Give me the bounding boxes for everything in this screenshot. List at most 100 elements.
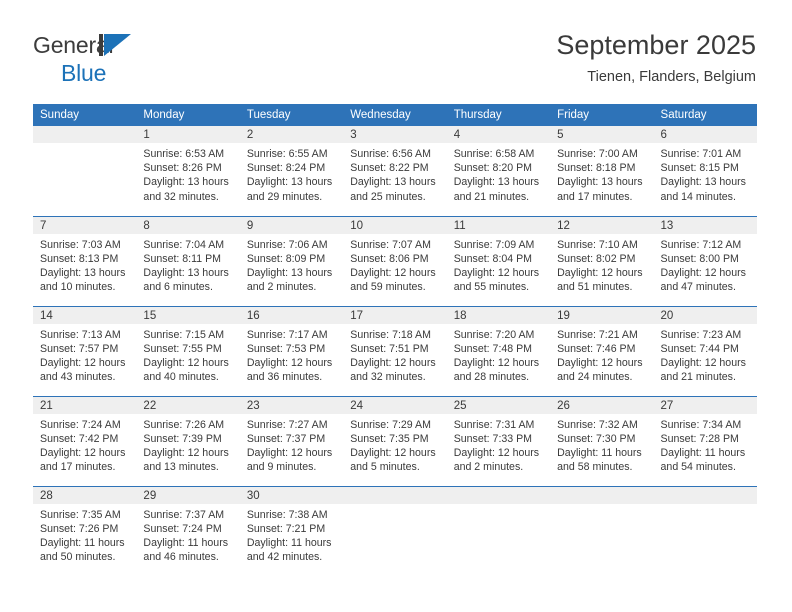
calendar-day-cell[interactable]: 4 Sunrise: 6:58 AM Sunset: 8:20 PM Daylight… — [446, 126, 551, 216]
calendar-day-cell[interactable]: 9 Sunrise: 7:06 AM Sunset: 8:09 PM Daylight… — [239, 215, 344, 306]
day-details: Sunrise: 7:09 AM Sunset: 8:04 PM Daylight:… — [447, 234, 550, 295]
calendar-day-cell[interactable]: 1 Sunrise: 6:53 AM Sunset: 8:26 PM Daylight… — [136, 126, 240, 216]
calendar-day-cell[interactable]: 21 Sunrise: 7:24 AM Sunset: 7:42 PM Dayligh… — [33, 395, 137, 486]
calendar-day-cell[interactable]: 25 Sunrise: 7:31 AM Sunset: 7:33 PM Dayligh… — [446, 395, 551, 486]
general-blue-logo[interactable]: General Blue — [33, 32, 263, 88]
day-number: 17 — [343, 306, 447, 324]
day-number: 27 — [653, 396, 757, 414]
sunrise-text: Sunrise: 7:04 AM — [143, 238, 225, 251]
calendar-day-cell[interactable]: 16 Sunrise: 7:17 AM Sunset: 7:53 PM Dayligh… — [239, 305, 344, 396]
calendar-day-cell[interactable]: 29 Sunrise: 7:37 AM Sunset: 7:24 PM Dayligh… — [136, 485, 240, 576]
calendar-day-cell[interactable]: 19 Sunrise: 7:21 AM Sunset: 7:46 PM Dayligh… — [550, 305, 654, 396]
day-details: Sunrise: 7:34 AM Sunset: 7:28 PM Daylight:… — [654, 414, 757, 475]
day-details: Sunrise: 7:15 AM Sunset: 7:55 PM Daylight:… — [136, 324, 239, 385]
sunset-text: Sunset: 8:00 PM — [660, 252, 739, 265]
daylight-text-line1: Daylight: 12 hours — [350, 356, 436, 369]
calendar-day-cell[interactable]: 27 Sunrise: 7:34 AM Sunset: 7:28 PM Dayligh… — [653, 395, 757, 486]
day-number: 14 — [33, 306, 137, 324]
calendar-day-cell[interactable]: 11 Sunrise: 7:09 AM Sunset: 8:04 PM Dayligh… — [446, 215, 551, 306]
calendar-day-cell[interactable]: 12 Sunrise: 7:10 AM Sunset: 8:02 PM Dayligh… — [550, 215, 654, 306]
day-number: 19 — [550, 306, 654, 324]
daylight-text-line1: Daylight: 12 hours — [246, 446, 333, 459]
daylight-text-line1: Daylight: 11 hours — [40, 536, 125, 549]
sunset-text: Sunset: 7:28 PM — [660, 432, 739, 445]
day-details: Sunrise: 7:29 AM Sunset: 7:35 PM Daylight:… — [343, 414, 446, 475]
weekday-header-wednesday: Wednesday — [343, 104, 447, 126]
daylight-text-line2: and 32 minutes. — [350, 371, 426, 384]
sunset-text: Sunset: 8:06 PM — [350, 252, 429, 265]
sunset-text: Sunset: 8:13 PM — [40, 252, 119, 265]
day-details: Sunrise: 7:10 AM Sunset: 8:02 PM Daylight:… — [550, 234, 653, 295]
calendar-day-cell[interactable]: 7 Sunrise: 7:03 AM Sunset: 8:13 PM Daylight… — [33, 215, 137, 306]
day-details: Sunrise: 7:37 AM Sunset: 7:24 PM Daylight:… — [136, 504, 239, 565]
daylight-text-line1: Daylight: 12 hours — [143, 446, 229, 459]
daylight-text-line1: Daylight: 12 hours — [660, 356, 746, 369]
daylight-text-line2: and 14 minutes. — [660, 190, 736, 203]
calendar-day-cell[interactable]: 30 Sunrise: 7:38 AM Sunset: 7:21 PM Dayligh… — [239, 485, 344, 576]
sunrise-text: Sunrise: 7:15 AM — [143, 328, 225, 341]
logo-bar-shape — [99, 34, 103, 56]
calendar-day-cell[interactable]: 5 Sunrise: 7:00 AM Sunset: 8:18 PM Daylight… — [550, 126, 654, 216]
calendar-day-cell[interactable]: 2 Sunrise: 6:55 AM Sunset: 8:24 PM Daylight… — [239, 126, 344, 216]
calendar-day-cell[interactable]: 26 Sunrise: 7:32 AM Sunset: 7:30 PM Dayligh… — [550, 395, 654, 486]
day-details: Sunrise: 7:35 AM Sunset: 7:26 PM Daylight:… — [33, 504, 136, 565]
sunset-text: Sunset: 8:18 PM — [557, 162, 636, 175]
calendar-day-cell[interactable]: 18 Sunrise: 7:20 AM Sunset: 7:48 PM Dayligh… — [446, 305, 551, 396]
calendar-day-cell[interactable]: 3 Sunrise: 6:56 AM Sunset: 8:22 PM Daylight… — [343, 126, 447, 216]
calendar-day-cell-empty — [33, 126, 137, 216]
calendar-week-row: 7 Sunrise: 7:03 AM Sunset: 8:13 PM Daylight… — [33, 215, 757, 306]
sunset-text: Sunset: 7:30 PM — [557, 432, 636, 445]
day-number: 16 — [239, 306, 344, 324]
calendar-week-row: 1 Sunrise: 6:53 AM Sunset: 8:26 PM Daylight… — [33, 126, 757, 216]
calendar-day-cell[interactable]: 22 Sunrise: 7:26 AM Sunset: 7:39 PM Dayligh… — [136, 395, 240, 486]
sunrise-text: Sunrise: 7:20 AM — [453, 328, 535, 341]
daylight-text-line1: Daylight: 12 hours — [453, 356, 540, 369]
day-details: Sunrise: 7:12 AM Sunset: 8:00 PM Daylight:… — [654, 234, 757, 295]
sunrise-text: Sunrise: 7:10 AM — [557, 238, 638, 251]
calendar-day-cell[interactable]: 13 Sunrise: 7:12 AM Sunset: 8:00 PM Dayligh… — [653, 215, 757, 306]
daylight-text-line1: Daylight: 13 hours — [557, 176, 643, 189]
calendar-page: General Blue September 2025 Tienen, Flan… — [0, 0, 792, 612]
day-details: Sunrise: 7:24 AM Sunset: 7:42 PM Daylight:… — [33, 414, 136, 475]
daylight-text-line1: Daylight: 11 hours — [660, 446, 746, 459]
calendar-day-cell[interactable]: 28 Sunrise: 7:35 AM Sunset: 7:26 PM Dayligh… — [33, 485, 137, 576]
calendar-day-cell[interactable]: 24 Sunrise: 7:29 AM Sunset: 7:35 PM Dayligh… — [343, 395, 447, 486]
day-number — [653, 486, 757, 504]
day-details: Sunrise: 7:27 AM Sunset: 7:37 PM Daylight:… — [240, 414, 343, 475]
calendar-day-cell[interactable]: 17 Sunrise: 7:18 AM Sunset: 7:51 PM Dayligh… — [343, 305, 447, 396]
sunset-text: Sunset: 7:55 PM — [143, 342, 222, 355]
day-number: 18 — [446, 306, 551, 324]
calendar-day-cell[interactable]: 10 Sunrise: 7:07 AM Sunset: 8:06 PM Dayligh… — [343, 215, 447, 306]
sunrise-text: Sunrise: 7:21 AM — [557, 328, 638, 341]
day-details: Sunrise: 7:06 AM Sunset: 8:09 PM Daylight:… — [240, 234, 343, 295]
day-details: Sunrise: 7:38 AM Sunset: 7:21 PM Daylight:… — [240, 504, 343, 565]
daylight-text-line2: and 54 minutes. — [660, 461, 736, 474]
daylight-text-line1: Daylight: 12 hours — [557, 266, 643, 279]
sunset-text: Sunset: 8:11 PM — [143, 252, 221, 265]
sunrise-text: Sunrise: 7:12 AM — [660, 238, 742, 251]
sunrise-text: Sunrise: 7:07 AM — [350, 238, 431, 251]
daylight-text-line1: Daylight: 13 hours — [246, 266, 333, 279]
sunrise-text: Sunrise: 7:35 AM — [40, 508, 121, 521]
day-details: Sunrise: 6:56 AM Sunset: 8:22 PM Daylight:… — [343, 143, 446, 204]
day-number: 8 — [136, 216, 240, 234]
calendar-day-cell[interactable]: 6 Sunrise: 7:01 AM Sunset: 8:15 PM Daylight… — [653, 126, 757, 216]
calendar-day-cell[interactable]: 20 Sunrise: 7:23 AM Sunset: 7:44 PM Dayligh… — [653, 305, 757, 396]
daylight-text-line1: Daylight: 13 hours — [40, 266, 126, 279]
daylight-text-line1: Daylight: 12 hours — [557, 356, 643, 369]
sunset-text: Sunset: 7:57 PM — [40, 342, 119, 355]
day-details: Sunrise: 7:03 AM Sunset: 8:13 PM Daylight:… — [33, 234, 136, 295]
daylight-text-line2: and 46 minutes. — [143, 551, 219, 564]
calendar-day-cell[interactable]: 14 Sunrise: 7:13 AM Sunset: 7:57 PM Dayligh… — [33, 305, 137, 396]
calendar-day-cell[interactable]: 23 Sunrise: 7:27 AM Sunset: 7:37 PM Dayligh… — [239, 395, 344, 486]
calendar-day-cell[interactable]: 15 Sunrise: 7:15 AM Sunset: 7:55 PM Dayligh… — [136, 305, 240, 396]
sunset-text: Sunset: 8:15 PM — [660, 162, 739, 175]
daylight-text-line2: and 2 minutes. — [246, 281, 317, 294]
weekday-header-monday: Monday — [136, 104, 240, 126]
daylight-text-line1: Daylight: 12 hours — [246, 356, 333, 369]
calendar-head: Sunday Monday Tuesday Wednesday Thursday Frid… — [33, 104, 757, 126]
daylight-text-line2: and 21 minutes. — [660, 371, 736, 384]
calendar-table: Sunday Monday Tuesday Wednesday Thursday Frid… — [33, 104, 757, 576]
calendar-day-cell[interactable]: 8 Sunrise: 7:04 AM Sunset: 8:11 PM Daylight… — [136, 215, 240, 306]
day-number: 13 — [653, 216, 757, 234]
